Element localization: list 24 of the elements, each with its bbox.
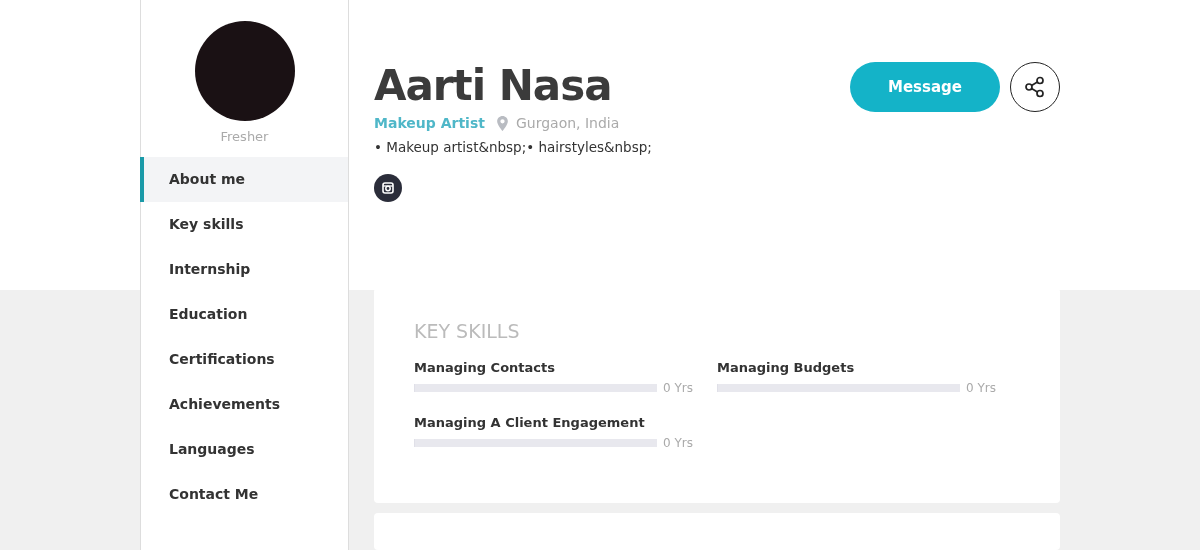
skill-name: Managing Budgets: [717, 360, 856, 376]
profile-name: Aarti Nasa: [374, 60, 613, 112]
skill-years: 0 Yrs: [663, 436, 693, 451]
skill-years: 0 Yrs: [966, 381, 996, 396]
job-title: Makeup Artist: [374, 115, 485, 131]
share-icon: [1023, 75, 1047, 99]
skill-name: Managing A Client Engagement: [414, 415, 646, 431]
location-pin-icon: [496, 115, 508, 131]
sidebar-item[interactable]: Languages: [140, 427, 348, 472]
sidebar-item[interactable]: About me: [140, 157, 348, 202]
section-title: KEY SKILLS: [414, 320, 521, 343]
share-button[interactable]: [1010, 62, 1060, 112]
location-text: Gurgaon, India: [515, 115, 620, 131]
sidebar-item[interactable]: Contact Me: [140, 472, 348, 517]
status-text: Fresher: [219, 129, 270, 144]
sidebar-item[interactable]: Certifications: [140, 337, 348, 382]
sidebar-item[interactable]: Achievements: [140, 382, 348, 427]
summary-text: • Makeup artist&nbsp;• hairstyles&nbsp;: [374, 139, 652, 155]
sidebar-item[interactable]: Education: [140, 292, 348, 337]
skill-years: 0 Yrs: [663, 381, 693, 396]
sidebar-item[interactable]: Internship: [140, 247, 348, 292]
instagram-icon[interactable]: [374, 174, 402, 202]
sidebar-item[interactable]: Key skills: [140, 202, 348, 247]
skill-name: Managing Contacts: [414, 360, 556, 376]
